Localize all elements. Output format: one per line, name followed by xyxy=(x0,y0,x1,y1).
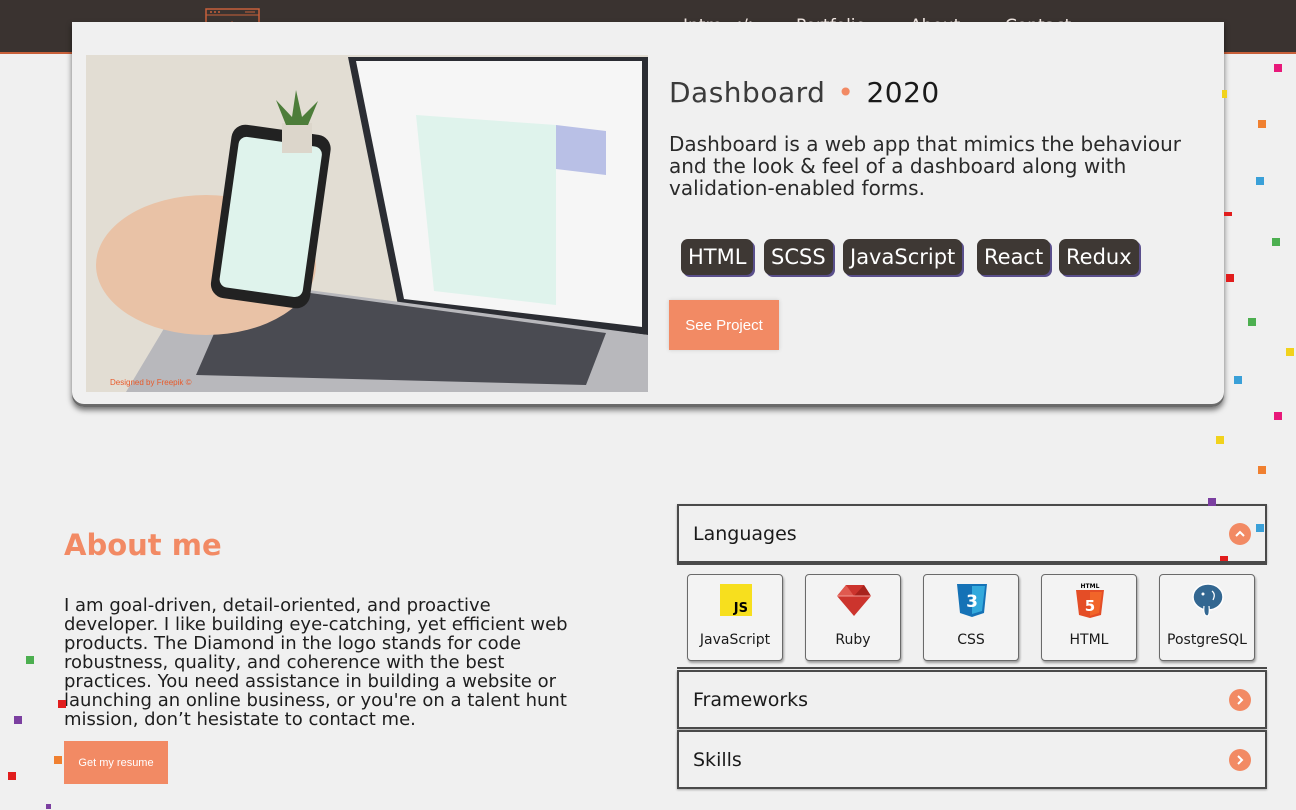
pixel-decoration xyxy=(1234,376,1242,384)
tag-scss: SCSS xyxy=(764,239,833,275)
get-resume-button[interactable]: Get my resume xyxy=(64,741,168,784)
skills-accordion: Skills xyxy=(677,730,1267,789)
skills-accordion-header[interactable]: Skills xyxy=(679,732,1265,787)
image-credit: Designed by Freepik © xyxy=(110,378,192,387)
skill-name: PostgreSQL xyxy=(1167,632,1247,648)
skill-name: CSS xyxy=(957,632,985,648)
see-project-button[interactable]: See Project xyxy=(669,300,779,350)
project-screenshot-image: Designed by Freepik © xyxy=(86,55,648,392)
tag-redux: Redux xyxy=(1059,239,1139,275)
javascript-icon: JS xyxy=(720,584,752,616)
pixel-decoration xyxy=(1222,90,1227,98)
frameworks-title: Frameworks xyxy=(693,688,809,711)
pixel-decoration xyxy=(1256,177,1264,185)
ruby-icon xyxy=(837,585,871,616)
skill-name: HTML xyxy=(1069,632,1109,648)
skill-card-ruby[interactable]: Ruby xyxy=(805,574,901,661)
pixel-decoration xyxy=(1274,412,1282,420)
svg-text:3: 3 xyxy=(966,592,978,612)
pixel-decoration xyxy=(1256,524,1264,532)
frameworks-accordion-header[interactable]: Frameworks xyxy=(679,672,1265,727)
title-separator-dot: • xyxy=(837,76,855,109)
tag-html: HTML xyxy=(681,239,754,275)
pixel-decoration xyxy=(1248,318,1256,326)
pixel-decoration xyxy=(8,772,16,780)
pixel-decoration xyxy=(1208,498,1216,506)
languages-list: JS JavaScript Ruby 3 CSS HTML 5 HTML Pos… xyxy=(677,563,1267,669)
project-title: Dashboard • 2020 xyxy=(669,76,940,109)
pixel-decoration xyxy=(54,756,62,764)
skill-card-html[interactable]: HTML 5 HTML xyxy=(1041,574,1137,661)
skill-card-css[interactable]: 3 CSS xyxy=(923,574,1019,661)
pixel-decoration xyxy=(58,700,66,708)
languages-accordion: Languages xyxy=(677,504,1267,563)
frameworks-accordion: Frameworks xyxy=(677,670,1267,729)
css3-icon: 3 xyxy=(957,584,987,617)
languages-title: Languages xyxy=(693,522,797,545)
svg-text:5: 5 xyxy=(1085,597,1095,615)
pixel-decoration xyxy=(1226,274,1234,282)
html5-icon: HTML 5 xyxy=(1076,583,1104,618)
tag-react: React xyxy=(977,239,1051,275)
pixel-decoration xyxy=(1220,556,1228,561)
skill-name: JavaScript xyxy=(699,632,771,648)
pixel-decoration xyxy=(1286,348,1294,356)
chevron-up-icon[interactable] xyxy=(1229,522,1251,545)
tag-javascript: JavaScript xyxy=(843,239,963,275)
pixel-decoration xyxy=(46,804,51,809)
svg-text:JS: JS xyxy=(733,601,748,616)
about-title: About me xyxy=(64,528,222,562)
skills-title: Skills xyxy=(693,748,742,771)
pixel-decoration xyxy=(1258,466,1266,474)
skill-card-javascript[interactable]: JS JavaScript xyxy=(687,574,783,661)
skill-card-postgresql[interactable]: PostgreSQL xyxy=(1159,574,1255,661)
pixel-decoration xyxy=(1274,64,1282,72)
svg-text:HTML: HTML xyxy=(1081,583,1100,590)
chevron-right-icon[interactable] xyxy=(1229,748,1251,771)
pixel-decoration xyxy=(1224,212,1232,216)
pixel-decoration xyxy=(14,716,22,724)
chevron-right-icon[interactable] xyxy=(1229,688,1251,711)
languages-accordion-header[interactable]: Languages xyxy=(679,506,1265,561)
project-name: Dashboard xyxy=(669,76,826,109)
pixel-decoration xyxy=(1216,436,1224,444)
pixel-decoration xyxy=(1258,120,1266,128)
about-description: I am goal-driven, detail-oriented, and p… xyxy=(64,595,568,730)
pixel-decoration xyxy=(1272,238,1280,246)
project-description: Dashboard is a web app that mimics the b… xyxy=(669,132,1181,200)
pixel-decoration xyxy=(26,656,34,664)
skill-name: Ruby xyxy=(835,632,871,648)
project-year: 2020 xyxy=(866,76,940,109)
postgresql-icon xyxy=(1192,583,1224,617)
